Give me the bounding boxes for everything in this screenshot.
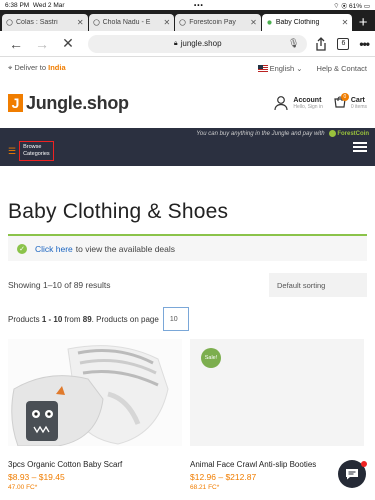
cart-badge: 0 <box>340 93 349 101</box>
stop-loading-icon[interactable]: ✕ <box>58 35 78 52</box>
promo-text: You can buy anything in the Jungle and p… <box>196 130 369 138</box>
status-bar: 6:38 PM Wed 2 Mar ••• ⌔ ◉ 61% ▭ <box>0 0 375 10</box>
microphone-icon[interactable]: 🎙︎ <box>288 38 299 49</box>
leaf-icon <box>267 20 272 25</box>
product-name[interactable]: Animal Face Crawl Anti-slip Booties <box>190 460 364 469</box>
products-per-page: Products 1 - 10 from 89. Products on pag… <box>8 307 367 331</box>
url-text: jungle.shop <box>180 39 222 48</box>
chat-notification-badge <box>361 461 367 467</box>
product-name[interactable]: 3pcs Organic Cotton Baby Scarf <box>8 460 182 469</box>
browser-tab[interactable]: Chola Nadu - E ✕ <box>88 14 175 31</box>
forward-icon[interactable]: → <box>32 36 52 52</box>
product-forestcoin-price: 47.00 FC* <box>8 484 38 491</box>
menu-icon[interactable] <box>353 142 367 152</box>
per-page-input[interactable] <box>162 307 189 331</box>
tab-strip: Colas : Sastri ✕ Chola Nadu - E ✕ Forest… <box>0 10 375 31</box>
deals-notice: ✓ Click here to view the available deals <box>8 234 367 261</box>
site-logo[interactable]: J Jungle.shop <box>8 93 129 114</box>
browse-categories-label: Browse Categories <box>19 141 54 162</box>
browser-tab[interactable]: Forestcoin Pay ✕ <box>175 14 261 31</box>
hamburger-icon: ☰ <box>8 145 17 156</box>
close-tab-icon[interactable]: ✕ <box>77 18 84 27</box>
sale-badge: Sale! <box>201 348 221 368</box>
top-info-bar: ⌖ Deliver to India English ⌄ Help & Cont… <box>0 57 375 79</box>
scarf-illustration <box>8 339 182 446</box>
deliver-to[interactable]: ⌖ Deliver to India <box>8 63 66 73</box>
status-time: 6:38 PM Wed 2 Mar <box>5 1 65 9</box>
result-count: Showing 1–10 of 89 results <box>8 280 111 290</box>
us-flag-icon <box>257 65 268 73</box>
cart-button[interactable]: 0 Cart 0 items <box>333 93 367 110</box>
product-image-booties[interactable]: Sale! <box>190 339 364 446</box>
chat-icon <box>346 469 358 480</box>
product-forestcoin-price: 68.21 FC* <box>190 484 220 491</box>
product-image-scarf[interactable] <box>8 339 182 446</box>
globe-icon <box>92 19 100 26</box>
back-icon[interactable]: ← <box>6 36 26 52</box>
close-tab-icon[interactable]: ✕ <box>250 18 257 27</box>
share-icon[interactable] <box>315 36 327 51</box>
language-selector[interactable]: English ⌄ <box>257 64 303 73</box>
results-bar: Showing 1–10 of 89 results Default sorti… <box>8 273 367 297</box>
browser-toolbar: ← → ✕ 🔒︎ jungle.shop 🎙︎ 6 ••• <box>0 31 375 57</box>
more-menu-icon[interactable]: ••• <box>359 37 370 51</box>
location-pin-icon: ⌖ <box>8 63 13 72</box>
close-tab-icon[interactable]: ✕ <box>342 18 349 27</box>
category-navbar: You can buy anything in the Jungle and p… <box>0 128 375 166</box>
tab-count-button[interactable]: 6 <box>337 37 350 50</box>
new-tab-button[interactable]: + <box>353 14 373 31</box>
logo-mark: J <box>8 94 23 112</box>
address-bar[interactable]: 🔒︎ jungle.shop 🎙︎ <box>88 34 308 53</box>
logo-text: Jungle.shop <box>26 92 129 113</box>
page-title: Baby Clothing & Shoes <box>8 200 229 223</box>
browse-categories-button[interactable]: ☰ Browse Categories <box>8 141 54 162</box>
help-contact-link[interactable]: Help & Contact <box>317 64 367 73</box>
close-tab-icon[interactable]: ✕ <box>164 18 171 27</box>
globe-icon <box>6 19 13 26</box>
product-card[interactable]: 3pcs Organic Cotton Baby Scarf $8.93 – $… <box>8 339 182 491</box>
forestcoin-icon <box>329 130 337 137</box>
browser-tab-active[interactable]: Baby Clothing ✕ <box>261 14 353 31</box>
site-header: J Jungle.shop Account Hello, Sign in 0 C… <box>0 83 375 123</box>
notice-text: to view the available deals <box>75 243 176 254</box>
user-icon <box>274 96 289 111</box>
chat-button[interactable] <box>338 460 367 488</box>
globe-icon <box>179 19 186 26</box>
lock-icon: 🔒︎ <box>173 39 178 47</box>
sort-select[interactable]: Default sorting <box>269 273 367 297</box>
product-price: $8.93 – $19.45 <box>8 472 65 482</box>
browser-tab[interactable]: Colas : Sastri ✕ <box>2 14 88 31</box>
battery-indicator: ⌔ ◉ 61% ▭ <box>333 2 370 10</box>
product-grid: 3pcs Organic Cotton Baby Scarf $8.93 – $… <box>8 339 367 491</box>
deals-link[interactable]: Click here <box>35 244 73 254</box>
multitask-dots[interactable]: ••• <box>194 2 204 9</box>
check-icon: ✓ <box>17 243 27 254</box>
account-button[interactable]: Account Hello, Sign in <box>273 95 323 111</box>
